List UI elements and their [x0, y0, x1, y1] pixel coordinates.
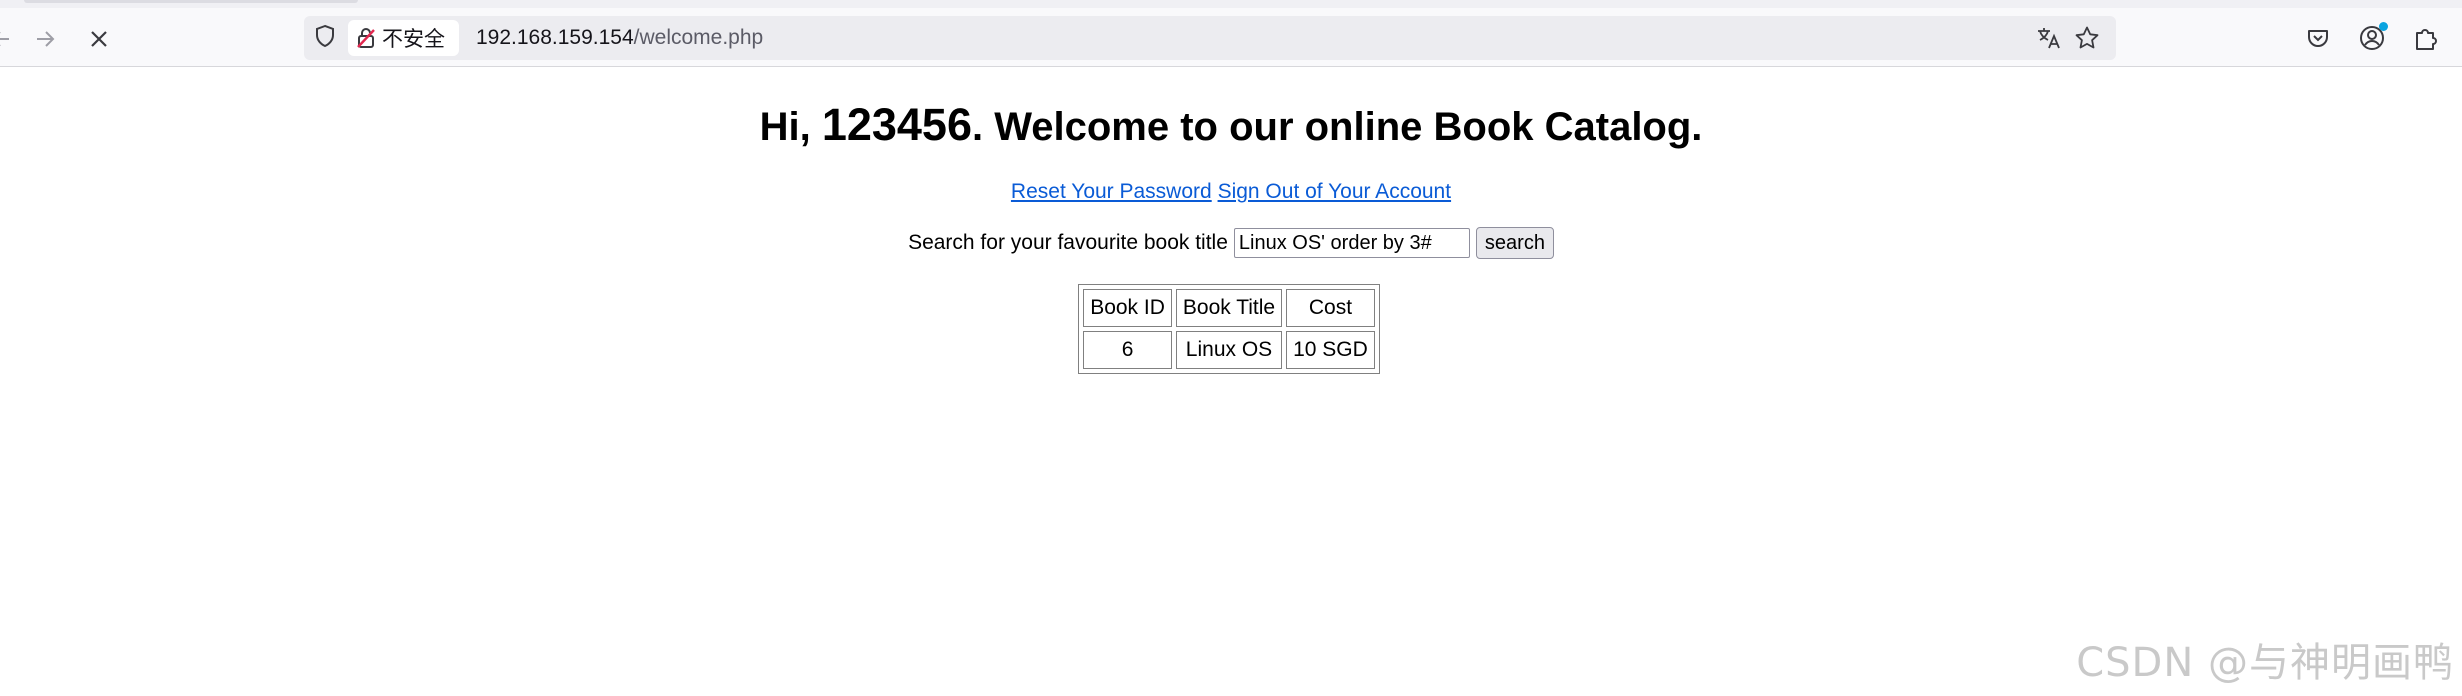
extensions-button[interactable]	[2410, 22, 2442, 54]
tracking-protection-button[interactable]	[308, 19, 342, 53]
account-button[interactable]	[2356, 22, 2388, 54]
connection-insecure-badge[interactable]: 不安全	[348, 20, 459, 56]
account-links: Reset Your Password Sign Out of Your Acc…	[0, 179, 2462, 205]
notification-dot	[2379, 22, 2388, 31]
url-text[interactable]: 192.168.159.154/welcome.php	[476, 23, 763, 53]
sign-out-link[interactable]: Sign Out of Your Account	[1218, 180, 1452, 203]
table-cell: Linux OS	[1175, 331, 1283, 369]
column-header: Cost	[1286, 289, 1375, 327]
search-label: Search for your favourite book title	[908, 231, 1228, 254]
results-table: Book ID Book Title Cost 6 Linux OS 10 SG…	[1078, 284, 1380, 374]
greeting-suffix: . Welcome to our online Book Catalog.	[971, 105, 1703, 149]
pocket-button[interactable]	[2302, 22, 2334, 54]
tab-strip	[0, 0, 2462, 8]
close-icon	[91, 31, 107, 47]
back-button[interactable]	[0, 24, 16, 54]
translate-button[interactable]	[2034, 23, 2064, 53]
shield-icon	[316, 24, 334, 48]
arrow-left-icon	[0, 32, 9, 46]
welcome-heading: Hi, 123456. Welcome to our online Book C…	[0, 101, 2462, 151]
search-form: Search for your favourite book title sea…	[0, 227, 2462, 259]
bookmark-star-button[interactable]	[2072, 23, 2102, 53]
url-path: /welcome.php	[633, 26, 764, 49]
table-cell: 10 SGD	[1286, 331, 1375, 369]
results-table-container: Book ID Book Title Cost 6 Linux OS 10 SG…	[0, 284, 2462, 374]
url-host: 192.168.159.154	[476, 26, 634, 49]
table-header-row: Book ID Book Title Cost	[1083, 289, 1375, 327]
search-button[interactable]: search	[1475, 227, 1554, 259]
pocket-icon	[2308, 30, 2328, 47]
watermark: CSDN @与神明画鸭	[2076, 640, 2454, 686]
username: 123456	[821, 99, 972, 150]
table-row: 6 Linux OS 10 SGD	[1083, 331, 1375, 369]
greeting-prefix: Hi,	[759, 105, 822, 149]
forward-button[interactable]	[30, 24, 60, 54]
star-icon	[2075, 26, 2099, 49]
active-tab-edge[interactable]	[24, 0, 358, 3]
column-header: Book ID	[1083, 289, 1172, 327]
puzzle-icon	[2416, 29, 2437, 50]
table-cell: 6	[1083, 331, 1172, 369]
insecure-label: 不安全	[382, 28, 445, 51]
search-input[interactable]	[1233, 228, 1470, 258]
address-bar[interactable]: 不安全 192.168.159.154/welcome.php	[304, 16, 2116, 60]
browser-toolbar: 不安全 192.168.159.154/welcome.php	[0, 8, 2462, 67]
translate-icon	[2038, 28, 2060, 49]
arrow-right-icon	[37, 31, 55, 47]
reset-password-link[interactable]: Reset Your Password	[1011, 180, 1212, 203]
insecure-lock-icon	[357, 28, 375, 48]
column-header: Book Title	[1175, 289, 1283, 327]
stop-loading-button[interactable]	[84, 24, 114, 54]
